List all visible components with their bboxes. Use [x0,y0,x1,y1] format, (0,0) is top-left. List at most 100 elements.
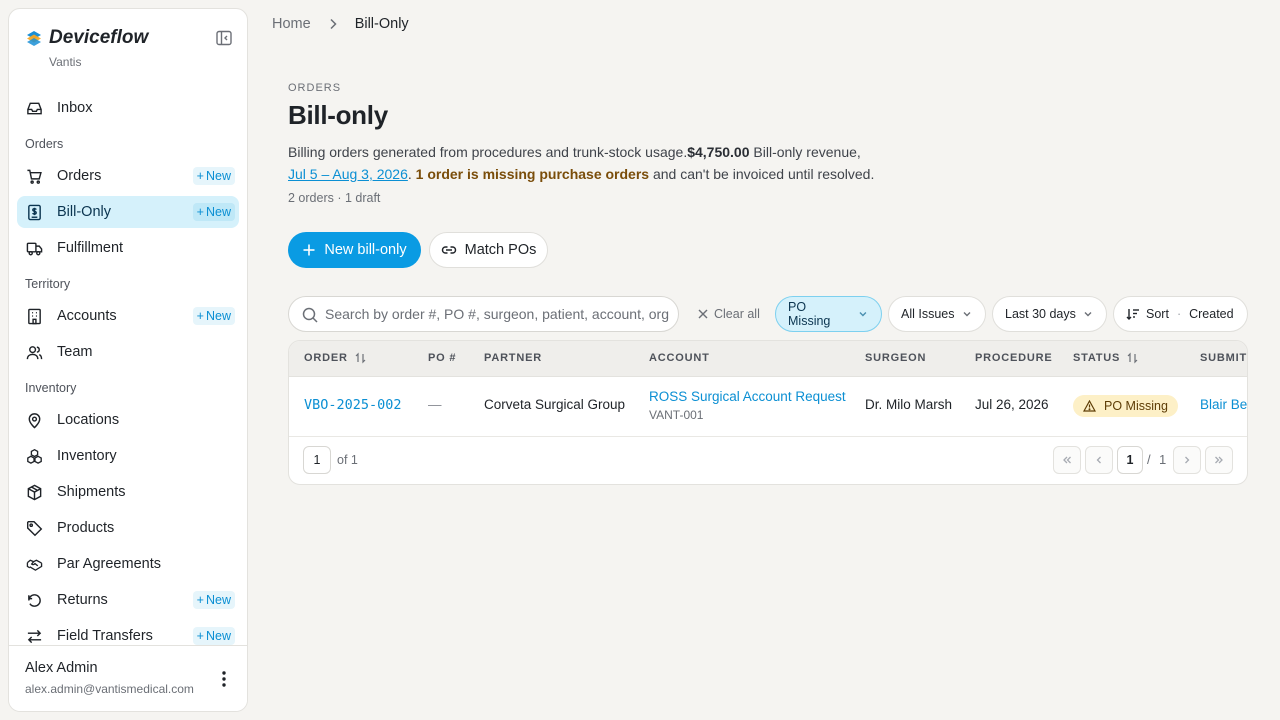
revenue-amount: $4,750.00 [687,144,750,160]
plus-icon [303,244,315,256]
page-of-total: of 1 [337,453,358,467]
breadcrumb-home[interactable]: Home [272,16,311,32]
chevron-right-icon [330,18,337,30]
account-code: VANT-001 [649,408,704,422]
breadcrumb-current: Bill-Only [354,16,409,32]
match-pos-button[interactable]: Match POs [429,232,548,268]
breadcrumb: Home Bill-Only [272,14,409,34]
deviceflow-logo-icon [27,31,41,46]
sort-arrows-icon [1127,352,1138,364]
partner-name: Corveta Surgical Group [484,397,626,412]
sidebar-item-label: Returns [57,592,108,608]
sidebar-item-label: Inbox [57,100,93,116]
truck-icon [25,239,43,257]
org-name: Vantis [49,55,82,69]
sidebar-item-bill-only[interactable]: Bill-Only + New [17,196,239,228]
new-field-transfer-button[interactable]: + New [192,627,235,645]
new-order-button[interactable]: + New [192,167,235,185]
sidebar-collapse-icon[interactable] [215,29,233,47]
current-page: 1 [1117,446,1143,474]
po-missing-filter[interactable]: PO Missing [775,296,882,332]
chevron-down-icon [1084,312,1092,317]
package-icon [25,483,43,501]
search-box [288,296,679,332]
all-issues-filter[interactable]: All Issues [888,296,986,332]
column-header-order[interactable]: ORDER [304,352,367,364]
sort-arrows-icon [355,352,366,364]
sidebar-item-label: Inventory [57,448,117,464]
sidebar-item-inventory[interactable]: Inventory [17,440,239,472]
new-return-button[interactable]: + New [192,591,235,609]
sidebar-item-par-agreements[interactable]: Par Agreements [17,548,239,580]
sidebar-item-shipments[interactable]: Shipments [17,476,239,508]
sidebar-item-accounts[interactable]: Accounts + New [17,300,239,332]
plus-icon: + [196,593,204,607]
bill-only-table: ORDER PO # PARTNER ACCOUNT SURGEON PROCE… [288,340,1248,485]
clear-all-button[interactable]: Clear all [697,305,760,323]
boxes-icon [25,447,43,465]
account-link[interactable]: ROSS Surgical Account Request [649,389,846,404]
user-profile[interactable]: Alex Admin alex.admin@vantismedical.com [9,645,247,711]
more-vertical-icon[interactable] [215,668,233,690]
brand: Deviceflow Vantis [25,25,233,75]
sidebar-item-label: Products [57,520,115,536]
sidebar-item-label: Orders [57,168,102,184]
sidebar-item-locations[interactable]: Locations [17,404,239,436]
plus-icon: + [196,629,204,643]
missing-po-warning: 1 order is missing purchase orders [415,166,650,182]
order-number-link[interactable]: VBO-2025-002 [304,397,402,413]
chevrons-left-icon [1063,456,1071,464]
sidebar-nav: Inbox Orders Orders + New Bill-Only + New … [17,92,239,656]
sidebar-item-products[interactable]: Products [17,512,239,544]
new-account-button[interactable]: + New [192,307,235,325]
last-page-button[interactable] [1205,446,1233,474]
close-icon [698,309,708,319]
date-range-filter[interactable]: Last 30 days [992,296,1107,332]
sidebar-item-label: Par Agreements [57,556,161,572]
chevron-down-icon [859,312,867,317]
next-page-button[interactable] [1173,446,1201,474]
sidebar-item-inbox[interactable]: Inbox [17,92,239,124]
table-header: ORDER PO # PARTNER ACCOUNT SURGEON PROCE… [289,341,1247,377]
chevron-right-icon [1185,456,1190,464]
date-range-link[interactable]: Jul 5 – Aug 3, 2026 [288,166,408,182]
previous-page-button[interactable] [1085,446,1113,474]
surgeon-name: Dr. Milo Marsh [865,397,953,412]
chevron-down-icon [963,312,970,317]
pagination: of 1 1 / 1 [289,437,1247,484]
page-separator: / [1147,452,1151,467]
sort-button[interactable]: Sort · Created [1113,296,1248,332]
status-badge: PO Missing [1073,395,1178,417]
column-header-status[interactable]: STATUS [1073,352,1139,364]
column-header-account: ACCOUNT [649,352,710,364]
search-icon [302,307,318,323]
new-bill-only-button[interactable]: New bill-only [288,232,421,268]
procedure-date: Jul 26, 2026 [975,397,1049,412]
section-label-inventory: Inventory [25,381,77,395]
sidebar-item-returns[interactable]: Returns + New [17,584,239,616]
sidebar-item-label: Field Transfers [57,628,153,644]
sidebar-item-label: Shipments [57,484,126,500]
order-counts: 2 orders · 1 draft [288,191,381,205]
column-header-surgeon: SURGEON [865,352,927,364]
first-page-button[interactable] [1053,446,1081,474]
app-name: Deviceflow [49,27,149,48]
table-row[interactable]: VBO-2025-002 — Corveta Surgical Group RO… [289,377,1247,437]
sidebar-item-label: Bill-Only [57,204,111,220]
arrows-left-right-icon [25,627,43,645]
new-bill-only-sidebar-button[interactable]: + New [192,203,235,221]
sidebar-item-team[interactable]: Team [17,336,239,368]
sidebar-item-label: Team [57,344,93,360]
submitted-by-link[interactable]: Blair Bennett [1200,397,1247,412]
section-label-territory: Territory [25,277,71,291]
plus-icon: + [196,309,204,323]
search-input[interactable] [325,297,670,331]
page-title: Bill-only [288,100,388,130]
map-pin-icon [25,411,43,429]
sidebar-item-orders[interactable]: Orders + New [17,160,239,192]
page-number-input[interactable] [303,446,331,474]
building-icon [25,307,43,325]
column-header-partner: PARTNER [484,352,542,364]
user-name: Alex Admin [25,660,98,676]
sidebar-item-fulfillment[interactable]: Fulfillment [17,232,239,264]
